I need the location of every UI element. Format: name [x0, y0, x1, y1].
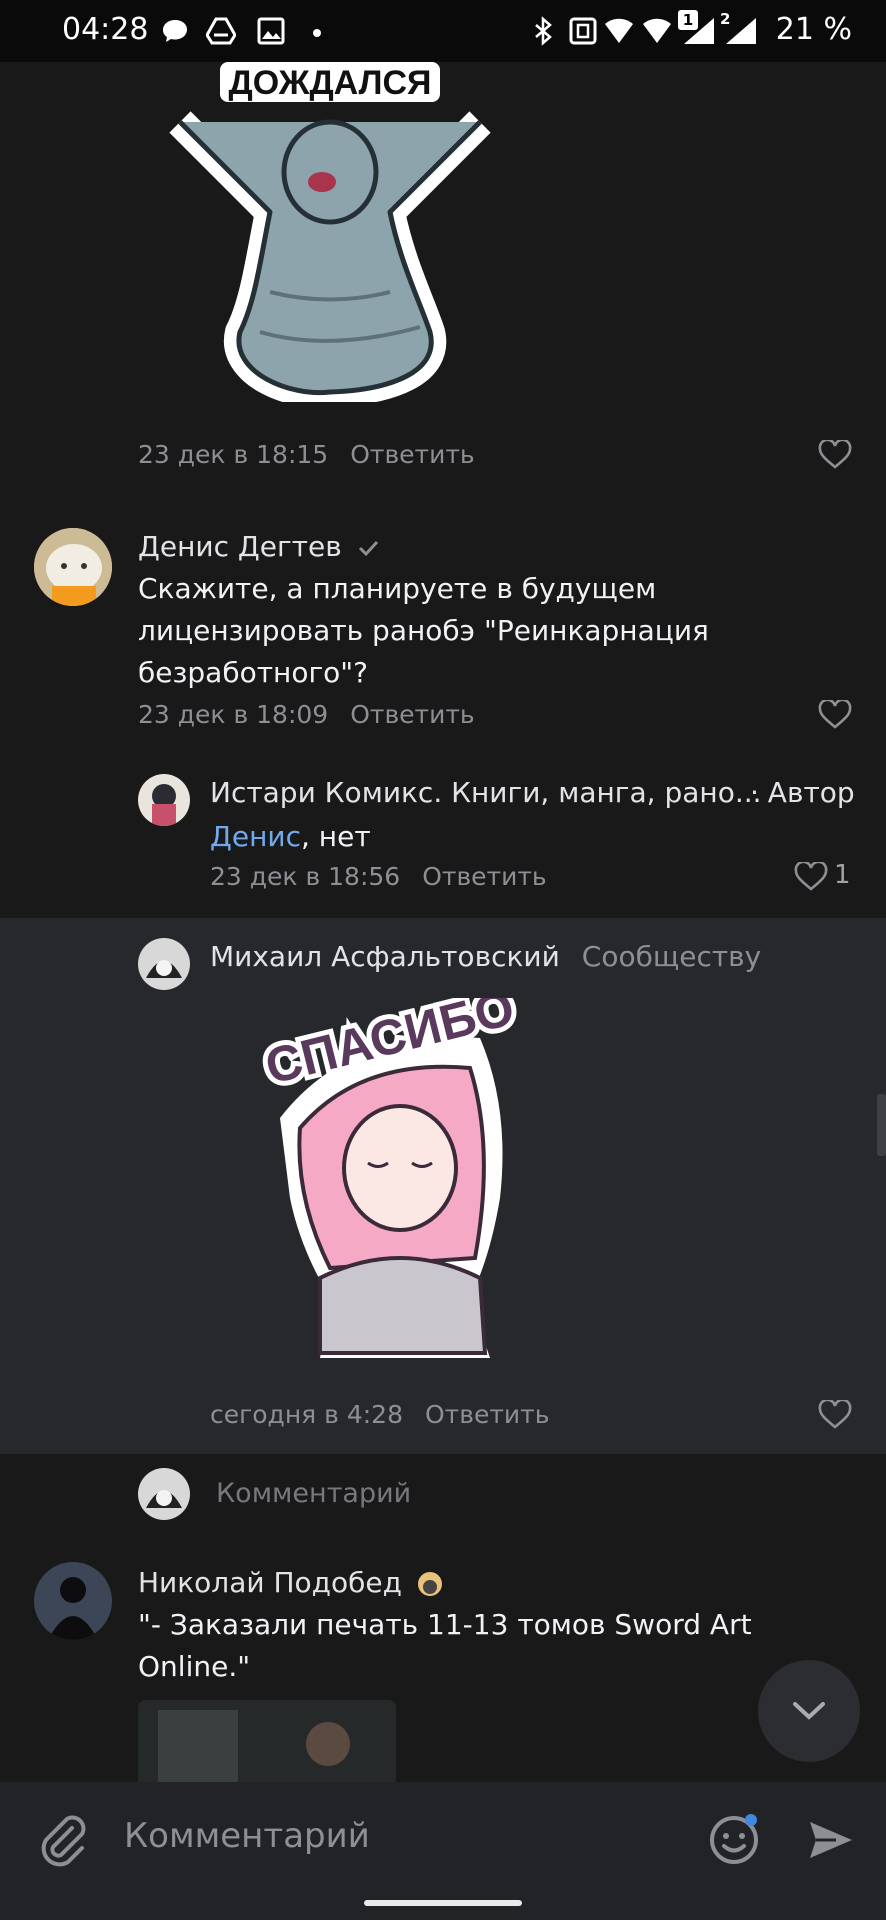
reply-author-line: Михаил Асфальтовский Сообществу: [210, 940, 761, 973]
sticker-image: ДОЖДАЛСЯ: [169, 62, 491, 402]
dot-icon: [313, 29, 321, 37]
reply-button[interactable]: Ответить: [350, 440, 474, 469]
paperclip-icon[interactable]: [38, 1812, 86, 1868]
sticker-image: СПАСИБО: [260, 998, 525, 1358]
comment-date: 23 дек в 18:15: [138, 440, 329, 469]
user-avatar-image: [138, 938, 190, 990]
user-avatar-image: [34, 1562, 112, 1640]
heart-icon[interactable]: [818, 440, 852, 470]
heart-icon[interactable]: [818, 700, 852, 730]
gallery-icon: [257, 17, 285, 45]
reply-button[interactable]: Ответить: [425, 1400, 549, 1429]
reply-input[interactable]: Комментарий: [216, 1478, 411, 1509]
signal-icon: [684, 18, 714, 44]
scrollbar-thumb[interactable]: [877, 1094, 886, 1156]
message-icon: [163, 20, 187, 42]
battery-level: 21 %: [775, 12, 852, 47]
comment-meta: 23 дек в 18:56 Ответить: [210, 862, 547, 891]
like-count: 1: [834, 860, 851, 890]
drive-icon: [206, 17, 236, 45]
send-icon[interactable]: [806, 1816, 854, 1864]
comment-date: сегодня в 4:28: [210, 1400, 403, 1429]
author-badge: · Автор: [750, 776, 855, 809]
author-name[interactable]: Денис Дегтев: [138, 530, 342, 563]
avatar[interactable]: [138, 938, 190, 990]
chevron-down-icon: [793, 1702, 825, 1720]
sticker-caption: ДОЖДАЛСЯ: [229, 64, 432, 102]
bluetooth-icon: [535, 16, 552, 46]
avatar[interactable]: [138, 774, 190, 826]
signal-icon: [726, 18, 756, 44]
comment-date: 23 дек в 18:09: [138, 700, 329, 729]
comment-date: 23 дек в 18:56: [210, 862, 401, 891]
author-name[interactable]: Михаил Асфальтовский: [210, 940, 560, 973]
comment-author[interactable]: Николай Подобед: [138, 1566, 445, 1599]
avatar[interactable]: [34, 1562, 112, 1640]
community-avatar-image: [138, 774, 190, 826]
nfc-icon: [569, 17, 597, 45]
comment-meta: 23 дек в 18:09 Ответить: [138, 700, 475, 729]
avatar: [138, 1468, 190, 1520]
reply-target[interactable]: Сообществу: [582, 940, 761, 973]
scroll-down-button[interactable]: [758, 1660, 860, 1762]
avatar[interactable]: [34, 528, 112, 606]
verified-icon: [358, 540, 378, 557]
reply-author-line: Истари Комикс. Книги, манга, рано...: [210, 776, 762, 809]
wifi-icon: [605, 18, 633, 43]
comment-text: "- Заказали печать 11-13 томов Sword Art…: [138, 1608, 752, 1683]
heart-icon[interactable]: [794, 862, 828, 892]
attached-image[interactable]: [138, 1700, 396, 1782]
comment-meta: 23 дек в 18:15 Ответить: [138, 440, 475, 469]
author-name[interactable]: Истари Комикс. Книги, манга, рано...: [210, 776, 762, 809]
reply-button[interactable]: Ответить: [422, 862, 546, 891]
status-bar: 04:28 1 2 21 %: [0, 0, 886, 62]
wifi-icon: [643, 18, 671, 43]
status-time: 04:28: [62, 12, 149, 47]
badge-icon: [417, 1572, 442, 1596]
reply-button[interactable]: Ответить: [350, 700, 474, 729]
author-name[interactable]: Николай Подобед: [138, 1566, 402, 1599]
heart-icon[interactable]: [818, 1400, 852, 1430]
emoji-icon[interactable]: [708, 1812, 762, 1866]
reply-text-body: , нет: [301, 820, 371, 853]
photo-thumbnail: [138, 1700, 396, 1782]
own-avatar-image: [138, 1468, 190, 1520]
mention-link[interactable]: Денис: [210, 820, 301, 853]
comment-author[interactable]: Денис Дегтев: [138, 530, 379, 563]
comment-input[interactable]: Комментарий: [124, 1816, 370, 1856]
cat-avatar-image: [34, 528, 112, 606]
home-indicator: [364, 1900, 522, 1906]
comment-meta: сегодня в 4:28 Ответить: [210, 1400, 549, 1429]
reply-text: Денис, нет: [210, 816, 371, 858]
comment-text: Скажите, а планируете в будущем лицензир…: [138, 572, 709, 689]
